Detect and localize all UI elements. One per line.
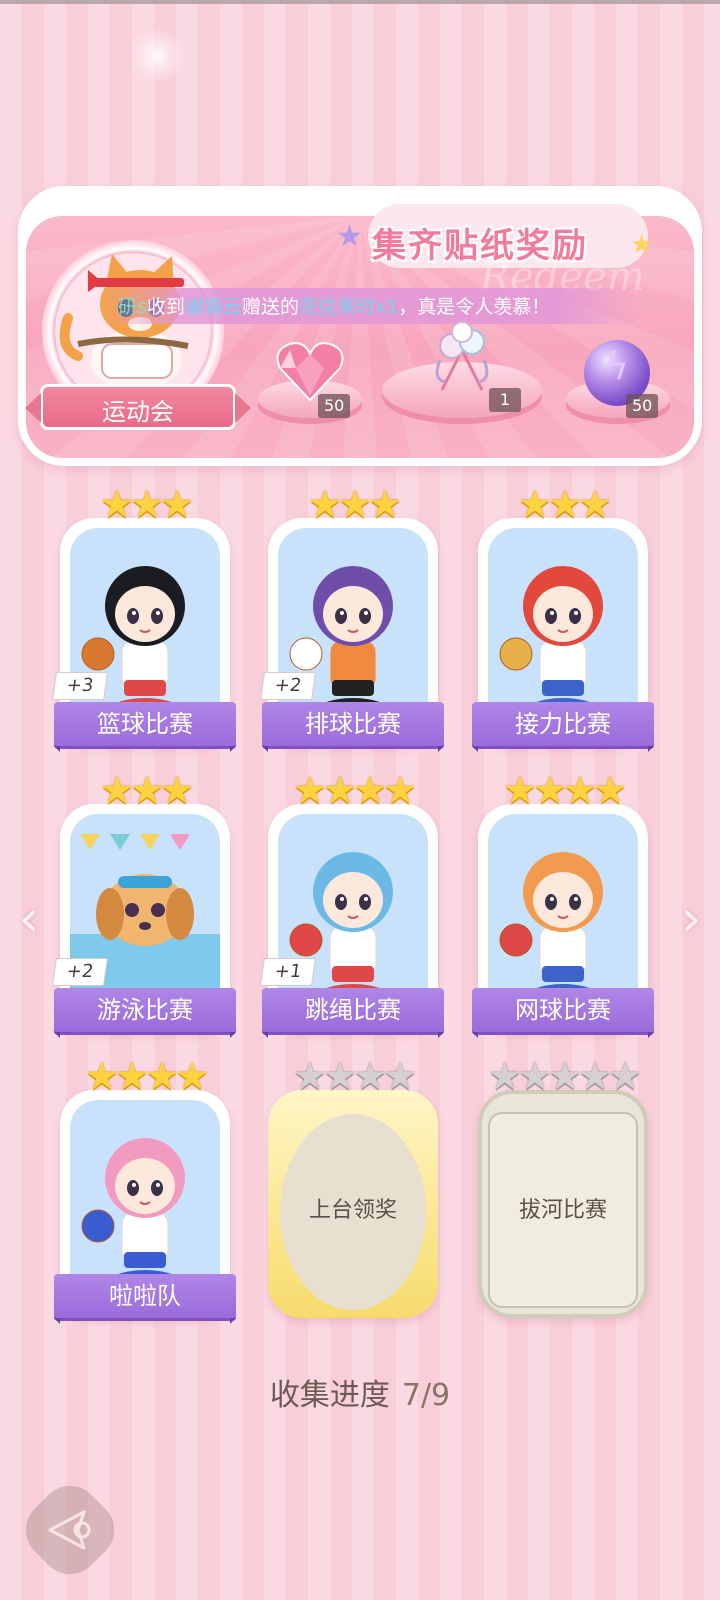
status-strip [0, 0, 720, 4]
duplicate-count-badge: +3 [52, 672, 108, 700]
sparkle-decoration [130, 28, 186, 84]
card-illustration [70, 1100, 220, 1292]
star-icon: ★ [99, 768, 134, 812]
star-icon: ★ [129, 482, 164, 526]
star-rating: ★★★★★ [478, 1056, 648, 1096]
star-icon: ★ [175, 1054, 209, 1098]
star-icon: ★ [145, 1054, 179, 1098]
star-icon: ★ [487, 1054, 522, 1098]
collection-progress: 收集进度 7/9 [0, 1370, 720, 1414]
star-icon: ★ [578, 482, 612, 526]
reward-qty-3: 50 [626, 394, 659, 418]
star-rating: ★★★★ [60, 1056, 230, 1096]
card-label: 接力比赛 [472, 702, 654, 752]
progress-label: 收集进度 [269, 1378, 390, 1413]
star-rating: ★★★ [478, 484, 648, 524]
event-label: 运动会 [102, 398, 174, 426]
chevron-right-icon[interactable]: › [676, 893, 706, 945]
notice-part-3: ，真是令人羡慕！ [398, 296, 551, 318]
card-label: 游泳比赛 [54, 988, 236, 1038]
star-icon: ★ [292, 768, 327, 812]
card-illustration [488, 814, 638, 1006]
star-rating: ★★★ [60, 770, 230, 810]
card-label: 排球比赛 [262, 702, 444, 752]
sticker-card[interactable]: 游泳比赛 +2 ★★★ [52, 770, 236, 1038]
notice-sender: 谢锦云 [184, 296, 242, 318]
duplicate-count-badge: +1 [260, 958, 316, 986]
star-icon: ★ [353, 768, 387, 812]
star-rating: ★★★★ [478, 770, 648, 810]
sticker-card[interactable]: 上台领奖 ★★★★ [268, 1056, 438, 1318]
duplicate-count-badge: +2 [52, 958, 108, 986]
lightning-icon: ϟ [604, 344, 630, 388]
progress-value: 7/9 [401, 1378, 451, 1413]
star-icon: ★ [563, 768, 597, 812]
star-icon: ★ [593, 768, 627, 812]
star-rating: ★★★★ [268, 770, 438, 810]
star-rating: ★★★ [60, 484, 230, 524]
card-label: 篮球比赛 [54, 702, 236, 752]
notice-item: 花信来时x1 [298, 296, 399, 318]
purple-star-icon: ★ [336, 219, 363, 254]
card-label: 跳绳比赛 [262, 988, 444, 1038]
star-icon: ★ [99, 482, 134, 526]
star-icon: ★ [608, 1054, 642, 1098]
star-icon: ★ [322, 768, 357, 812]
star-icon: ★ [337, 482, 372, 526]
locked-card-label: 拔河比赛 [518, 1198, 607, 1223]
sticker-card[interactable]: 网球比赛 ★★★★ [472, 770, 654, 1038]
star-icon: ★ [368, 482, 402, 526]
sticker-card[interactable]: 跳绳比赛 +1 ★★★★ [260, 770, 444, 1038]
sticker-card[interactable]: 篮球比赛 +3 ★★★ [52, 484, 236, 752]
star-icon: ★ [84, 1054, 119, 1098]
notice-user: 研s [118, 296, 147, 318]
sticker-card[interactable]: 拔河比赛 ★★★★★ [478, 1056, 648, 1318]
star-icon: ★ [160, 768, 194, 812]
card-label: 网球比赛 [472, 988, 654, 1038]
star-icon: ★ [307, 482, 342, 526]
locked-card-label: 上台领奖 [308, 1198, 397, 1223]
star-icon: ★ [532, 768, 567, 812]
card-label: 啦啦队 [54, 1274, 236, 1324]
star-icon: ★ [114, 1054, 149, 1098]
reward-qty-1: 50 [318, 394, 351, 418]
star-icon: ★ [353, 1054, 387, 1098]
star-rating: ★★★ [268, 484, 438, 524]
notice-part-1: 收到 [146, 296, 185, 318]
notice-part-2: 赠送的 [241, 296, 299, 318]
star-icon: ★ [578, 1054, 612, 1098]
star-icon: ★ [160, 482, 194, 526]
sticker-card[interactable]: 啦啦队 ★★★★ [54, 1056, 236, 1324]
star-icon: ★ [383, 768, 417, 812]
notice-text: 研s收到谢锦云赠送的花信来时x1，真是令人羡慕！ [118, 292, 550, 320]
star-icon: ★ [502, 768, 537, 812]
star-icon: ★ [547, 482, 582, 526]
star-icon: ★ [547, 1054, 582, 1098]
star-icon: ★ [517, 482, 552, 526]
star-icon: ★ [292, 1054, 327, 1098]
star-icon: ★ [517, 1054, 552, 1098]
card-illustration [488, 528, 638, 720]
sticker-card[interactable]: 排球比赛 +2 ★★★ [260, 484, 444, 752]
duplicate-count-badge: +2 [260, 672, 316, 700]
star-rating: ★★★★ [268, 1056, 438, 1096]
chevron-left-icon[interactable]: ‹ [14, 893, 44, 945]
sticker-card[interactable]: 接力比赛 ★★★ [472, 484, 654, 752]
star-icon: ★ [322, 1054, 357, 1098]
star-icon: ★ [129, 768, 164, 812]
reward-qty-2: 1 [489, 388, 521, 412]
star-icon: ★ [383, 1054, 417, 1098]
back-arrow-icon [48, 1510, 91, 1550]
